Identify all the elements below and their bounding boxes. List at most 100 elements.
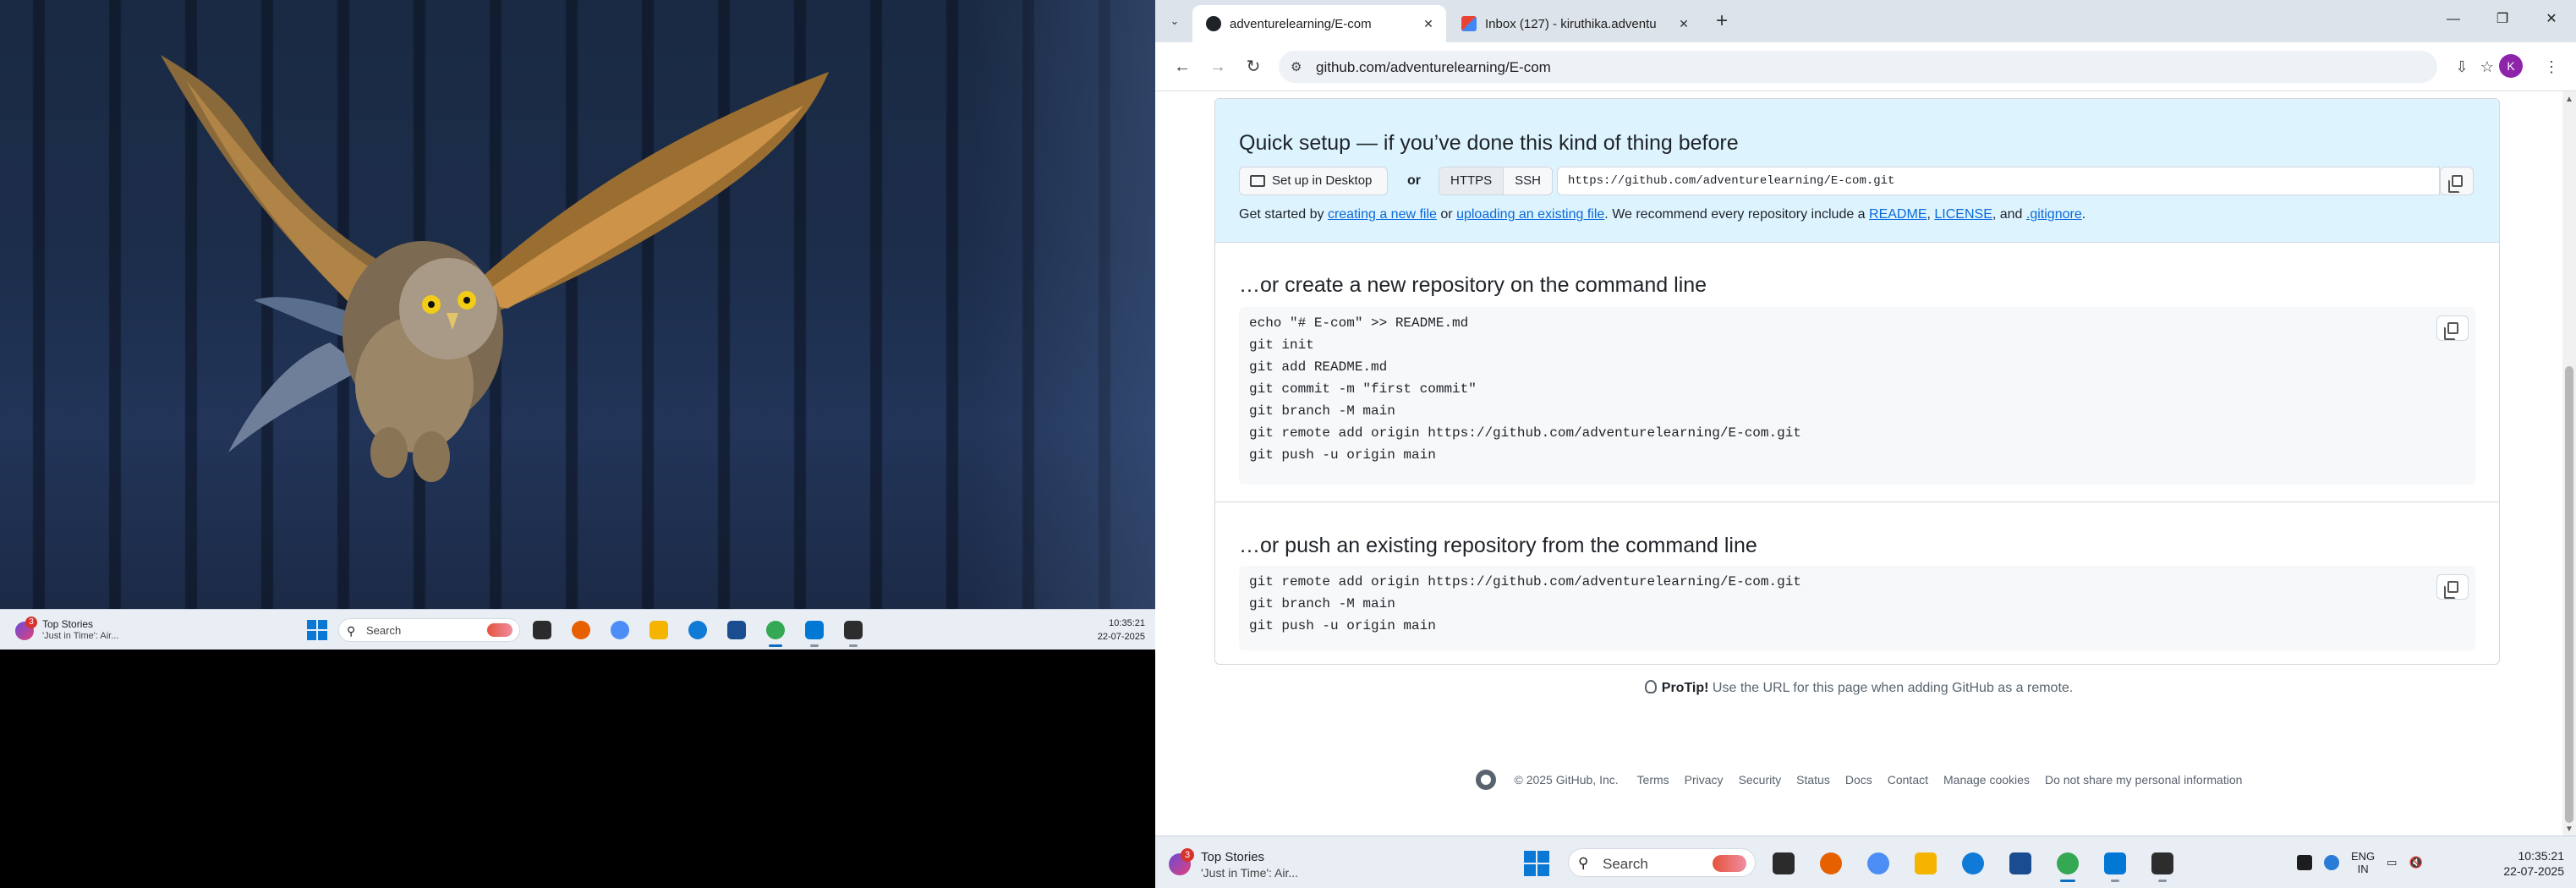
clock-date: 22-07-2025 xyxy=(2503,864,2564,878)
edge-icon xyxy=(1962,852,1984,874)
install-app-icon[interactable]: ⇩ xyxy=(2449,54,2475,79)
quick-setup-title: Quick setup — if you’ve done this kind o… xyxy=(1239,131,1739,155)
copy-push-button[interactable] xyxy=(2436,574,2469,600)
page-scrollbar[interactable]: ▲ ▼ xyxy=(2562,91,2576,836)
github-logo-icon[interactable] xyxy=(1475,770,1496,790)
footer-link[interactable]: Privacy xyxy=(1685,773,1724,787)
protip: ProTip! Use the URL for this page when a… xyxy=(1155,680,2562,696)
footer-link[interactable]: Status xyxy=(1796,773,1830,787)
tab-gmail[interactable]: Inbox (127) - kiruthika.adventu ✕ xyxy=(1448,5,1702,42)
news-widget[interactable]: 3 Top Stories 'Just in Time': Air... xyxy=(1167,845,1336,880)
close-window-button[interactable]: ✕ xyxy=(2527,0,2576,42)
tab-search-button[interactable]: ⌄ xyxy=(1164,10,1186,32)
store-icon xyxy=(727,621,746,639)
network-tray-icon[interactable] xyxy=(2324,855,2339,870)
taskbar-search[interactable]: ⚲ Search xyxy=(338,618,520,642)
taskbar-app-chrome[interactable] xyxy=(2052,848,2084,882)
taskbar-app-firefox[interactable] xyxy=(1815,848,1847,879)
taskbar-app-copilot[interactable] xyxy=(1862,848,1894,879)
lang-code: ENG xyxy=(2351,850,2376,863)
taskbar-app-firefox[interactable] xyxy=(567,617,595,644)
empty-display-area xyxy=(0,650,1155,888)
gitignore-link[interactable]: .gitignore xyxy=(2026,207,2082,222)
taskbar-app-vscode[interactable] xyxy=(801,617,828,647)
taskbar-app-store[interactable] xyxy=(2004,848,2036,879)
close-icon[interactable]: ✕ xyxy=(1674,14,1693,33)
create-code-block[interactable]: echo "# E-com" >> README.md git init git a… xyxy=(1239,307,2475,485)
new-tab-button[interactable]: + xyxy=(1710,10,1734,34)
push-code-block[interactable]: git remote add origin https://github.com… xyxy=(1239,566,2475,650)
back-button[interactable]: ← xyxy=(1170,55,1194,79)
create-new-file-link[interactable]: creating a new file xyxy=(1328,207,1437,222)
taskbar-app-edge[interactable] xyxy=(684,617,711,644)
bookmark-star-icon[interactable]: ☆ xyxy=(2475,54,2500,79)
scroll-up-icon[interactable]: ▲ xyxy=(2565,95,2573,104)
copy-create-button[interactable] xyxy=(2436,315,2469,341)
forward-button[interactable]: → xyxy=(1206,55,1230,79)
taskbar-app-terminal[interactable] xyxy=(2146,848,2179,882)
site-info-icon[interactable]: ⚙ xyxy=(1291,59,1302,74)
scroll-thumb[interactable] xyxy=(2565,366,2573,823)
news-badge: 3 xyxy=(25,617,37,628)
news-subtitle: 'Just in Time': Air... xyxy=(1201,866,1299,880)
footer-link[interactable]: Do not share my personal information xyxy=(2045,773,2242,787)
store-icon xyxy=(2009,852,2031,874)
file-explorer-icon xyxy=(1915,852,1937,874)
taskbar-app-file-explorer[interactable] xyxy=(645,617,672,644)
quick-setup-panel: Quick setup — if you’ve done this kind o… xyxy=(1215,99,2499,243)
running-indicator xyxy=(769,644,782,647)
clone-url-input[interactable]: https://github.com/adventurelearning/E-c… xyxy=(1557,167,2440,195)
address-url: github.com/adventurelearning/E-com xyxy=(1316,59,1551,75)
firefox-icon xyxy=(572,621,590,639)
taskbar-search[interactable]: ⚲ Search xyxy=(1568,848,1756,877)
ssh-button[interactable]: SSH xyxy=(1503,167,1553,195)
address-bar[interactable]: ⚙ github.com/adventurelearning/E-com xyxy=(1279,51,2437,83)
system-clock[interactable]: 10:35:21 22-07-2025 xyxy=(1098,617,1145,644)
file-explorer-dark-icon xyxy=(533,621,551,639)
tab-github[interactable]: adventurelearning/E-com ✕ xyxy=(1192,5,1446,42)
minimize-button[interactable]: — xyxy=(2429,0,2478,42)
close-icon[interactable]: ✕ xyxy=(1419,14,1438,33)
display-icon[interactable]: ▭ xyxy=(2387,856,2397,869)
news-title: Top Stories xyxy=(1201,850,1265,864)
taskbar-app-store[interactable] xyxy=(723,617,750,644)
upload-file-link[interactable]: uploading an existing file xyxy=(1456,207,1604,222)
nvidia-tray-icon[interactable] xyxy=(2297,855,2312,870)
readme-link[interactable]: README xyxy=(1869,207,1927,222)
footer-link[interactable]: Docs xyxy=(1845,773,1872,787)
vscode-icon xyxy=(2104,852,2126,874)
system-clock[interactable]: 10:35:21 22-07-2025 xyxy=(2503,848,2564,879)
news-badge: 3 xyxy=(1181,848,1194,862)
taskbar-apps xyxy=(529,617,867,647)
taskbar-app-file-explorer[interactable] xyxy=(1910,848,1942,879)
profile-avatar[interactable]: K xyxy=(2499,54,2523,78)
taskbar-app-file-explorer-dark[interactable] xyxy=(529,617,556,644)
taskbar-app-vscode[interactable] xyxy=(2099,848,2131,882)
taskbar-app-file-explorer-dark[interactable] xyxy=(1768,848,1800,879)
language-indicator[interactable]: ENG IN xyxy=(2351,850,2375,875)
https-button[interactable]: HTTPS xyxy=(1439,167,1504,195)
file-explorer-dark-icon xyxy=(1773,852,1795,874)
reload-button[interactable]: ↻ xyxy=(1241,55,1265,79)
windows-start-icon[interactable] xyxy=(1524,851,1549,876)
news-widget[interactable]: 3 Top Stories 'Just in Time': Air... xyxy=(12,617,147,644)
copy-url-button[interactable] xyxy=(2440,167,2474,195)
footer-link[interactable]: Contact xyxy=(1888,773,1928,787)
comma-text: , xyxy=(1927,207,1931,222)
wallpaper-glow xyxy=(973,0,1155,609)
scroll-down-icon[interactable]: ▼ xyxy=(2565,825,2573,834)
protip-text: Use the URL for this page when adding Gi… xyxy=(1712,681,2074,695)
taskbar-app-edge[interactable] xyxy=(1957,848,1989,879)
volume-muted-icon[interactable]: 🔇 xyxy=(2409,856,2422,869)
footer-link[interactable]: Manage cookies xyxy=(1943,773,2030,787)
taskbar-app-terminal[interactable] xyxy=(840,617,867,647)
taskbar-app-chrome[interactable] xyxy=(762,617,789,647)
license-link[interactable]: LICENSE xyxy=(1934,207,1992,222)
footer-link[interactable]: Security xyxy=(1739,773,1782,787)
setup-desktop-button[interactable]: Set up in Desktop xyxy=(1239,167,1388,195)
windows-start-icon[interactable] xyxy=(307,620,327,640)
more-menu-icon[interactable]: ⋮ xyxy=(2539,54,2564,79)
maximize-button[interactable]: ❐ xyxy=(2478,0,2527,42)
footer-link[interactable]: Terms xyxy=(1637,773,1669,787)
taskbar-app-copilot[interactable] xyxy=(606,617,633,644)
